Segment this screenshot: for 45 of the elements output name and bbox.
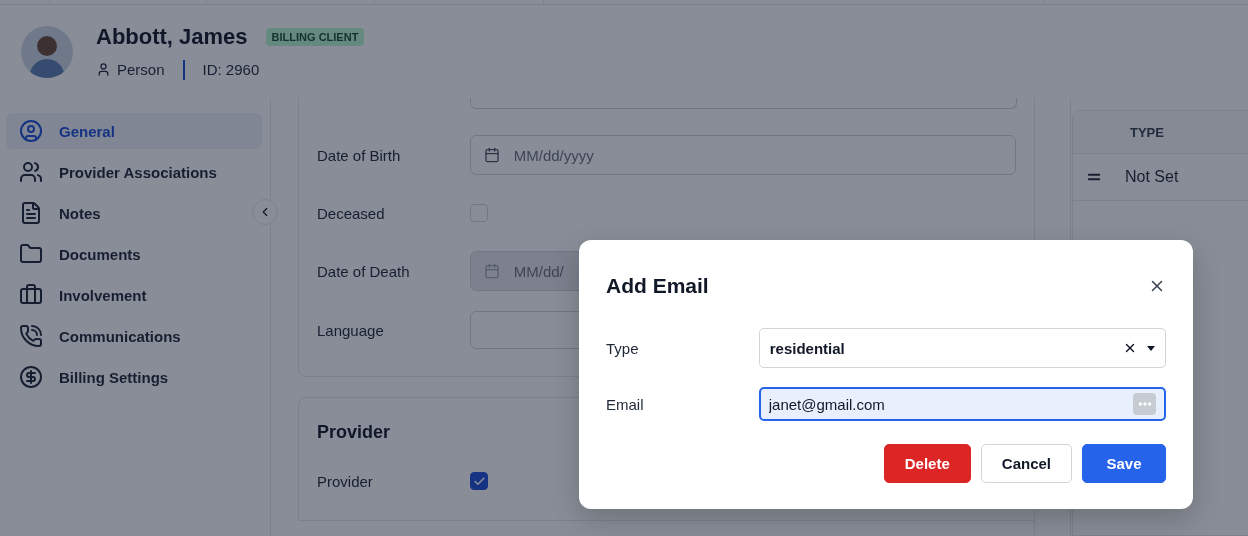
entity-type: Person (117, 61, 165, 78)
person-icon (96, 62, 111, 77)
sidebar-item[interactable]: Communications (6, 318, 262, 354)
save-button[interactable]: Save (1082, 444, 1166, 483)
table-cell: Not Set (1125, 168, 1179, 186)
field-label: Type (606, 339, 640, 357)
document-icon (19, 201, 43, 225)
input-field[interactable] (470, 98, 1017, 109)
clear-icon[interactable] (1123, 341, 1137, 355)
field-label: Provider (317, 472, 374, 490)
sidebar-item[interactable]: Provider Associations (6, 154, 262, 190)
phone-icon (19, 324, 43, 348)
sidebar-item[interactable]: Documents (6, 236, 262, 272)
field-label: Language (317, 321, 385, 339)
sidebar-item[interactable]: Involvement (6, 277, 262, 313)
date-field[interactable]: MM/dd/yyyy (469, 135, 1016, 175)
delete-button[interactable]: Delete (883, 444, 971, 483)
email-input-box[interactable]: janet@gmail.com (758, 387, 1166, 421)
cancel-button[interactable]: Cancel (980, 444, 1072, 483)
folder-icon (19, 242, 43, 266)
dialog-title: Add Email (606, 274, 709, 298)
user-circle-icon (19, 119, 43, 143)
calendar-icon (483, 263, 500, 279)
sidebar-item[interactable]: Billing Settings (6, 359, 262, 395)
field-label: Date of Death (317, 262, 411, 280)
section-title: Provider (317, 422, 392, 443)
client-id: ID: 2960 (202, 61, 260, 78)
checkbox[interactable] (470, 472, 488, 490)
type-select[interactable]: residential (758, 328, 1166, 368)
field-label: Email (606, 395, 645, 413)
client-name: Abbott, James (96, 23, 248, 50)
caret-icon (1147, 345, 1155, 351)
collapse-button[interactable] (252, 199, 278, 225)
briefcase-icon (19, 283, 43, 307)
field-label: Deceased (317, 204, 386, 222)
client-badge: BILLING CLIENT (265, 27, 365, 46)
email-field[interactable]: janet@gmail.com (768, 395, 1133, 413)
sidebar-item[interactable]: General (6, 113, 262, 149)
column-header: TYPE (1073, 111, 1248, 154)
avatar (21, 25, 73, 78)
check-icon (472, 474, 486, 488)
field-label: Date of Birth (317, 146, 402, 164)
calendar-icon (483, 147, 500, 163)
dollar-icon (19, 365, 43, 389)
people-icon (19, 160, 43, 184)
